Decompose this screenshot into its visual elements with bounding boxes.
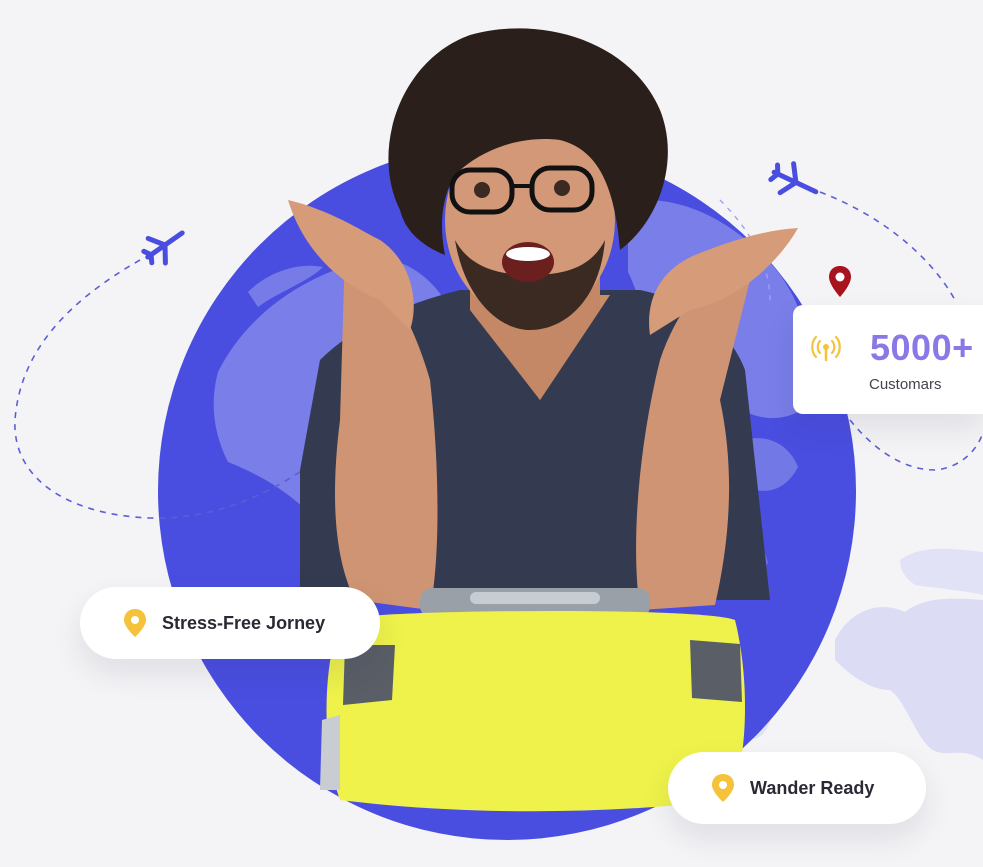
customers-stat-card: 5000+ Customars xyxy=(793,305,983,414)
badge-label: Stress-Free Jorney xyxy=(162,612,326,633)
location-pin-icon xyxy=(712,774,734,802)
badge-stress-free-journey: Stress-Free Jorney xyxy=(80,587,380,659)
badge-wander-ready: Wander Ready xyxy=(668,752,926,824)
location-pin-icon xyxy=(124,609,146,637)
broadcast-signal-icon xyxy=(811,335,841,362)
badge-label: Wander Ready xyxy=(750,777,875,798)
traveler-photo xyxy=(288,28,798,812)
location-pin-icon xyxy=(829,266,851,297)
customers-count: 5000+ xyxy=(870,327,974,368)
hero-illustration: 5000+ Customars Stress-Free Jorney Wande… xyxy=(0,0,983,867)
customers-label: Customars xyxy=(869,376,942,393)
